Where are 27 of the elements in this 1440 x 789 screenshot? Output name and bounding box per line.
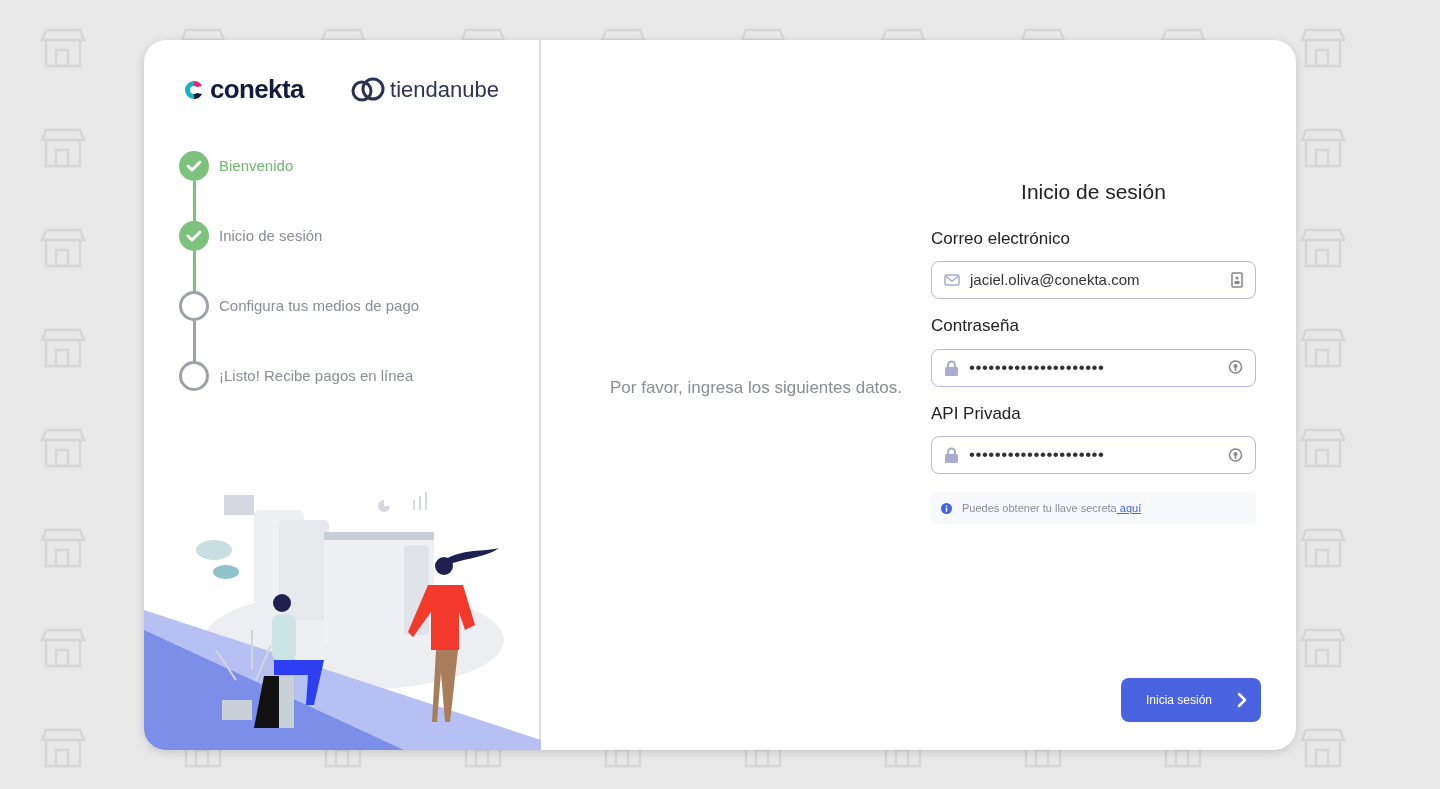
logo-icon bbox=[184, 79, 204, 100]
key-refresh-icon[interactable] bbox=[1228, 446, 1243, 464]
password-field[interactable]: ••••••••••••••••••••• bbox=[931, 436, 1256, 474]
field-label: Correo electrónico bbox=[931, 227, 1071, 250]
cloud-rings-icon bbox=[350, 76, 387, 103]
step-label: Inicio de sesión bbox=[219, 225, 323, 246]
field-label: API Privada bbox=[931, 402, 1022, 425]
lock-icon bbox=[944, 359, 959, 376]
envelope-icon bbox=[944, 274, 960, 286]
field-label: Contraseña bbox=[931, 315, 1020, 337]
contact-card-icon[interactable] bbox=[1231, 272, 1243, 288]
instruction-text: Por favor, ingresa los siguientes datos. bbox=[609, 377, 902, 400]
step-label: ¡Listo! Recibe pagos en línea bbox=[219, 365, 414, 386]
sign-in-button[interactable]: Inicia sesión bbox=[1121, 678, 1261, 722]
logo-text: conekta bbox=[210, 73, 304, 106]
step-label: Bienvenido bbox=[219, 155, 294, 176]
logo-text: tiendanube bbox=[390, 76, 499, 104]
step-label: Configura tus medios de pago bbox=[219, 295, 420, 316]
email-field[interactable]: jaciel.oliva@conekta.com bbox=[931, 261, 1256, 299]
password-field[interactable]: ••••••••••••••••••••• bbox=[931, 348, 1256, 387]
form-title: Inicio de sesión bbox=[1020, 179, 1167, 205]
chevron-right-icon bbox=[1237, 692, 1247, 708]
info-icon bbox=[941, 502, 952, 514]
secret-key-link[interactable]: aquí bbox=[1116, 501, 1142, 514]
lock-icon bbox=[944, 447, 959, 463]
key-refresh-icon[interactable] bbox=[1228, 359, 1243, 376]
hint-text: Puedes obtener tu llave secreta aquí bbox=[962, 500, 1142, 516]
